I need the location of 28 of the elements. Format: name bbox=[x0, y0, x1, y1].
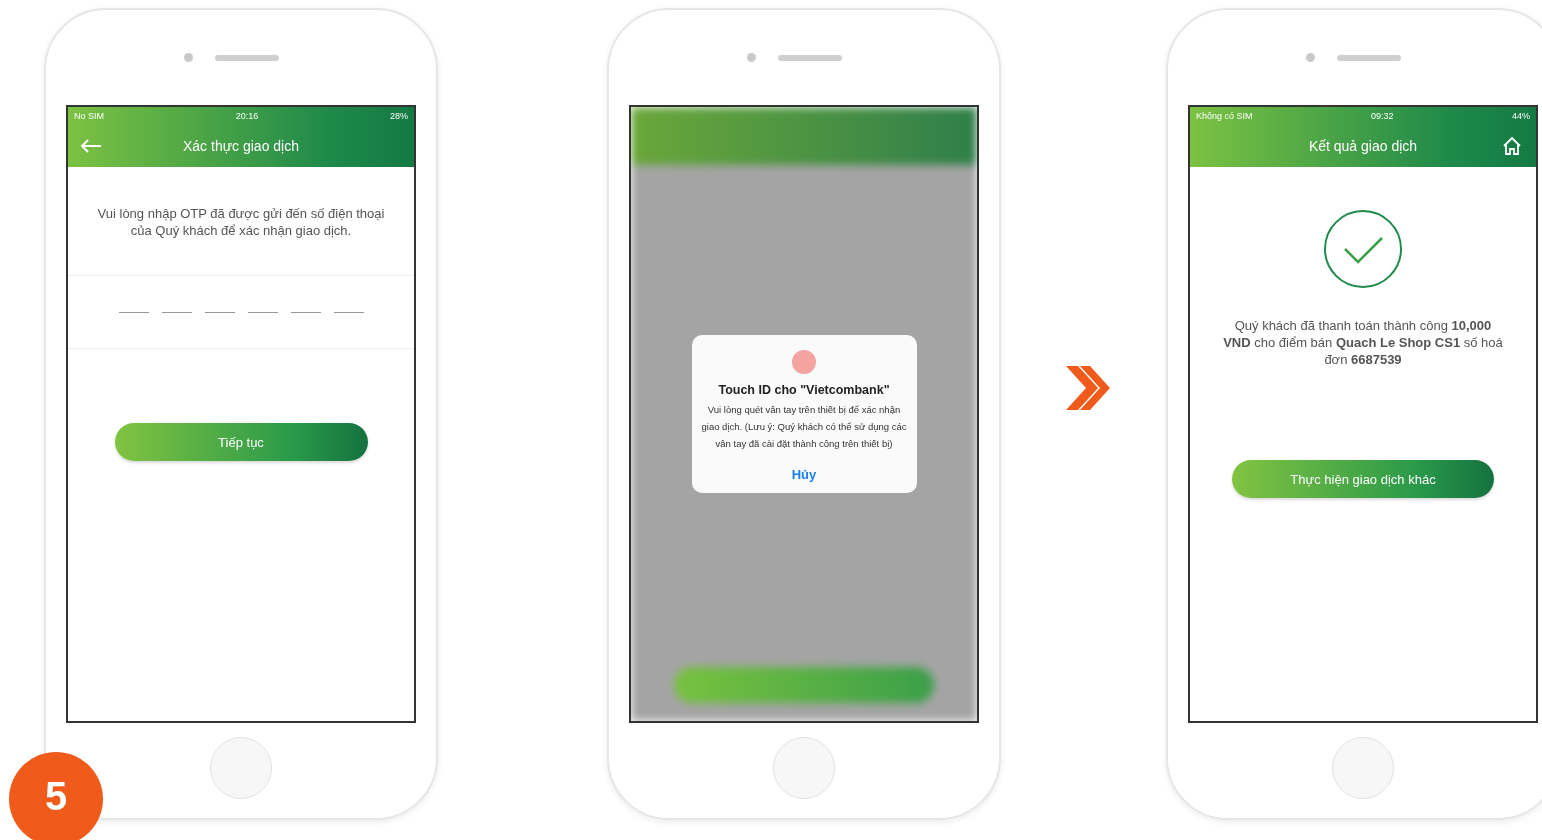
dialog-title: Touch ID cho "Vietcombank" bbox=[718, 383, 890, 397]
cancel-button[interactable]: Hủy bbox=[785, 466, 823, 483]
otp-input-field[interactable] bbox=[68, 275, 414, 349]
carrier-text: Không có SIM bbox=[1196, 111, 1253, 123]
screen-title: Xác thực giao dịch bbox=[183, 138, 299, 154]
speaker-slot bbox=[777, 54, 842, 61]
success-check-icon bbox=[1323, 209, 1403, 289]
clock-text: 09:32 bbox=[1371, 111, 1394, 123]
otp-instruction: Vui lòng nhập OTP đã được gửi đến số điện thoại của Quý khách để xác nhận giao dịch. bbox=[96, 205, 386, 239]
battery-text: 28% bbox=[390, 111, 408, 123]
screen-title: Kết quả giao dịch bbox=[1308, 138, 1418, 154]
back-icon[interactable] bbox=[80, 139, 102, 153]
speaker-slot bbox=[214, 54, 279, 61]
double-chevron-icon bbox=[1063, 364, 1112, 412]
camera-dot bbox=[183, 53, 193, 62]
payment-result-message: Quý khách đã thanh toán thành công 10,000 VND cho điểm bán Quach Le Shop CS1 số hoá đơn 6687539 bbox=[1222, 317, 1504, 368]
fingerprint-icon bbox=[791, 349, 817, 375]
battery-text: 44% bbox=[1511, 111, 1530, 123]
continue-button[interactable]: Tiếp tục bbox=[114, 423, 368, 461]
camera-dot bbox=[746, 53, 756, 62]
speaker-slot bbox=[1336, 54, 1401, 61]
new-transaction-button[interactable]: Thực hiện giao dịch khác bbox=[1232, 460, 1494, 498]
dialog-message: Vui lòng quét vân tay trên thiết bị để xác nhận giao dịch. (Lưu ý: Quý khách có thể sử dụng các vân tay đã cài đặt thành công trên thiết bị) bbox=[700, 403, 908, 451]
clock-text: 20:16 bbox=[235, 111, 259, 123]
step-number: 5 bbox=[9, 752, 103, 840]
carrier-text: No SIM bbox=[74, 111, 104, 123]
home-icon[interactable] bbox=[1502, 136, 1522, 156]
camera-dot bbox=[1305, 53, 1315, 62]
